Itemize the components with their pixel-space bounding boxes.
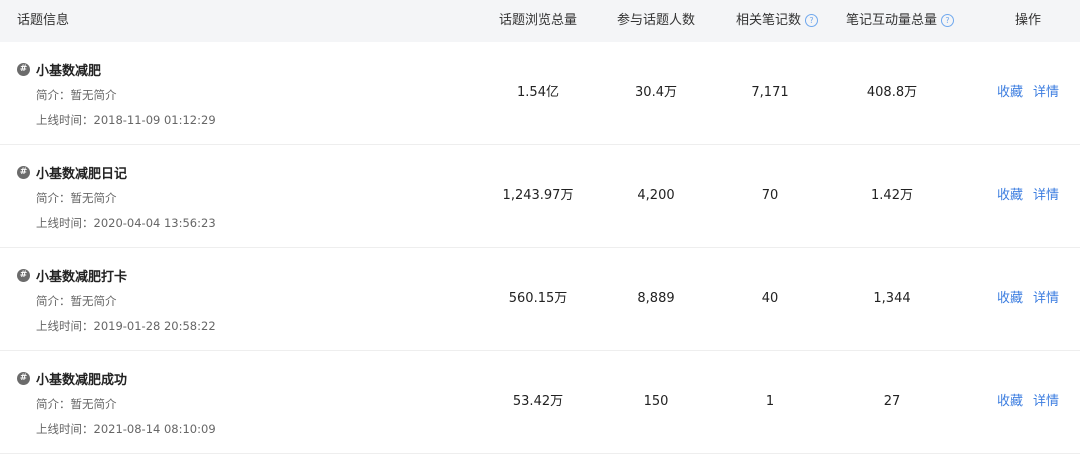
header-interactions: 笔记互动量总量?	[845, 0, 955, 42]
participants-value: 30.4万	[635, 85, 677, 100]
topic-name: 小基数减肥打卡	[36, 270, 128, 285]
topic-online-time: 上线时间：2021-08-14 08:10:09	[36, 422, 216, 436]
topic-title[interactable]: # 小基数减肥打卡	[17, 266, 127, 285]
detail-link[interactable]: 详情	[1033, 42, 1059, 144]
topic-name: 小基数减肥成功	[36, 373, 128, 388]
notes-value: 70	[761, 188, 779, 203]
topic-title[interactable]: # 小基数减肥成功	[17, 369, 127, 388]
hashtag-icon: #	[17, 269, 30, 282]
hashtag-icon: #	[17, 166, 30, 179]
table-row: # 小基数减肥 简介：暂无简介 上线时间：2018-11-09 01:12:29…	[0, 42, 1080, 145]
topic-online-time: 上线时间：2019-01-28 20:58:22	[36, 319, 216, 333]
header-topic: 话题信息	[17, 13, 70, 28]
topic-name: 小基数减肥日记	[36, 167, 128, 182]
detail-link[interactable]: 详情	[1033, 145, 1059, 247]
views-value: 1.54亿	[517, 85, 559, 100]
table-row: # 小基数减肥日记 简介：暂无简介 上线时间：2020-04-04 13:56:…	[0, 145, 1080, 248]
interactions-value: 408.8万	[866, 85, 918, 100]
notes-value: 7,171	[751, 85, 789, 100]
topic-title[interactable]: # 小基数减肥日记	[17, 163, 127, 182]
header-actions: 操作	[1014, 13, 1042, 28]
notes-value: 1	[765, 394, 775, 409]
collect-link[interactable]: 收藏	[997, 248, 1023, 350]
views-value: 1,243.97万	[502, 188, 574, 203]
collect-link[interactable]: 收藏	[997, 42, 1023, 144]
header-participants: 参与话题人数	[616, 13, 696, 28]
topic-intro: 简介：暂无简介	[36, 191, 117, 205]
detail-link[interactable]: 详情	[1033, 351, 1059, 453]
topics-table: 话题信息 话题浏览总量 参与话题人数 相关笔记数? 笔记互动量总量? 操作 # …	[0, 0, 1080, 454]
header-notes: 相关笔记数?	[735, 0, 819, 42]
table-row: # 小基数减肥成功 简介：暂无简介 上线时间：2021-08-14 08:10:…	[0, 351, 1080, 454]
help-icon[interactable]: ?	[941, 14, 955, 27]
header-notes-label: 相关笔记数	[735, 13, 802, 28]
participants-value: 4,200	[637, 188, 675, 203]
table-row: # 小基数减肥打卡 简介：暂无简介 上线时间：2019-01-28 20:58:…	[0, 248, 1080, 351]
interactions-value: 1,344	[873, 291, 911, 306]
topic-online-time: 上线时间：2020-04-04 13:56:23	[36, 216, 216, 230]
views-value: 560.15万	[508, 291, 568, 306]
header-views: 话题浏览总量	[498, 13, 578, 28]
header-interactions-label: 笔记互动量总量	[845, 13, 938, 28]
views-value: 53.42万	[512, 394, 564, 409]
help-icon[interactable]: ?	[805, 14, 819, 27]
topic-intro: 简介：暂无简介	[36, 397, 117, 411]
participants-value: 8,889	[637, 291, 675, 306]
topic-intro: 简介：暂无简介	[36, 294, 117, 308]
topic-online-time: 上线时间：2018-11-09 01:12:29	[36, 113, 216, 127]
participants-value: 150	[643, 394, 669, 409]
interactions-value: 27	[883, 394, 901, 409]
notes-value: 40	[761, 291, 779, 306]
table-header: 话题信息 话题浏览总量 参与话题人数 相关笔记数? 笔记互动量总量? 操作	[0, 0, 1080, 42]
topic-intro: 简介：暂无简介	[36, 88, 117, 102]
collect-link[interactable]: 收藏	[997, 351, 1023, 453]
hashtag-icon: #	[17, 63, 30, 76]
detail-link[interactable]: 详情	[1033, 248, 1059, 350]
hashtag-icon: #	[17, 372, 30, 385]
topic-title[interactable]: # 小基数减肥	[17, 60, 101, 79]
topic-name: 小基数减肥	[36, 64, 102, 79]
interactions-value: 1.42万	[871, 188, 913, 203]
collect-link[interactable]: 收藏	[997, 145, 1023, 247]
